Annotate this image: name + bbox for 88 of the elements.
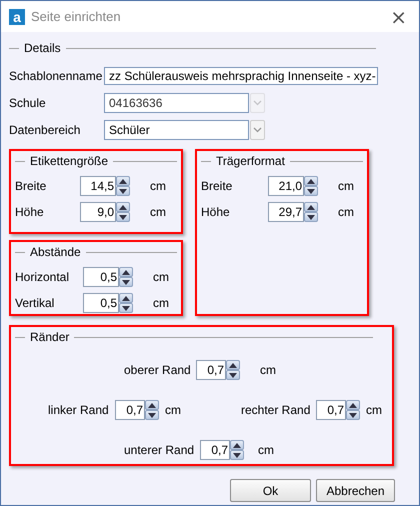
- decrement-button[interactable]: [230, 450, 244, 460]
- decrement-button[interactable]: [226, 370, 240, 380]
- down-arrow-icon: [229, 372, 237, 378]
- decrement-button[interactable]: [304, 186, 318, 196]
- decrement-button[interactable]: [304, 212, 318, 222]
- up-arrow-icon: [148, 402, 156, 408]
- group-title: Details: [24, 41, 61, 55]
- group-title: Etikettengröße: [30, 154, 108, 168]
- up-arrow-icon: [119, 178, 127, 184]
- chevron-down-icon: [253, 100, 262, 106]
- unit-label: cm: [165, 403, 181, 417]
- field-label: linker Rand: [48, 403, 109, 417]
- number-field[interactable]: 0,7: [200, 440, 230, 460]
- increment-button[interactable]: [116, 202, 130, 212]
- increment-button[interactable]: [226, 360, 240, 370]
- decrement-button[interactable]: [119, 277, 133, 287]
- increment-button[interactable]: [119, 267, 133, 277]
- number-field[interactable]: 0,7: [196, 360, 226, 380]
- field-label: Schablonenname: [9, 68, 102, 82]
- field-label: Breite: [15, 179, 46, 193]
- number-field[interactable]: 0,7: [316, 400, 346, 420]
- dropdown-field[interactable]: Schüler: [104, 120, 249, 140]
- number-field[interactable]: 14,5: [80, 176, 116, 196]
- up-arrow-icon: [233, 442, 241, 448]
- chevron-down-icon: [253, 126, 262, 132]
- group-title: Abstände: [30, 245, 81, 259]
- up-arrow-icon: [349, 402, 357, 408]
- down-arrow-icon: [119, 188, 127, 194]
- number-field[interactable]: 0,5: [83, 267, 119, 287]
- up-arrow-icon: [122, 296, 130, 300]
- increment-button[interactable]: [230, 440, 244, 450]
- up-arrow-icon: [119, 204, 127, 210]
- field-label: Höhe: [201, 205, 230, 219]
- ok-button[interactable]: Ok: [230, 479, 311, 502]
- decrement-button[interactable]: [346, 410, 360, 420]
- field-label: Horizontal: [15, 270, 70, 284]
- unit-label: cm: [150, 205, 166, 219]
- up-arrow-icon: [122, 270, 130, 274]
- increment-button[interactable]: [304, 202, 318, 212]
- decrement-button[interactable]: [145, 410, 159, 420]
- field-label: Breite: [201, 179, 232, 193]
- group-title: Ränder: [30, 330, 70, 344]
- down-arrow-icon: [307, 214, 315, 220]
- unit-label: cm: [260, 363, 276, 377]
- down-arrow-icon: [307, 188, 315, 194]
- down-arrow-icon: [122, 306, 130, 310]
- close-button[interactable]: ×: [386, 6, 411, 26]
- down-arrow-icon: [349, 412, 357, 418]
- decrement-button[interactable]: [116, 212, 130, 222]
- unit-label: cm: [153, 270, 169, 284]
- up-arrow-icon: [307, 204, 315, 210]
- down-arrow-icon: [148, 412, 156, 418]
- unit-label: cm: [338, 179, 354, 193]
- up-arrow-icon: [229, 362, 237, 368]
- unit-label: cm: [153, 296, 169, 310]
- down-arrow-icon: [233, 452, 241, 458]
- field-label: unterer Rand: [124, 443, 194, 457]
- field-label: Vertikal: [15, 296, 54, 310]
- number-field[interactable]: 0,5: [83, 293, 119, 313]
- down-arrow-icon: [119, 214, 127, 220]
- unit-label: cm: [366, 403, 382, 417]
- increment-button[interactable]: [116, 176, 130, 186]
- field-label: rechter Rand: [241, 403, 310, 417]
- number-field[interactable]: 29,7: [268, 202, 304, 222]
- up-arrow-icon: [307, 178, 315, 184]
- field-label: Datenbereich: [9, 122, 80, 136]
- unit-label: cm: [150, 179, 166, 193]
- unit-label: cm: [338, 205, 354, 219]
- increment-button[interactable]: [346, 400, 360, 410]
- increment-button[interactable]: [119, 293, 133, 303]
- field-label: Schule: [9, 96, 46, 110]
- field-label: Höhe: [15, 205, 44, 219]
- unit-label: cm: [258, 443, 274, 457]
- number-field[interactable]: 0,7: [115, 400, 145, 420]
- increment-button[interactable]: [304, 176, 318, 186]
- dropdown-button[interactable]: [250, 120, 265, 140]
- field-label: oberer Rand: [124, 363, 191, 377]
- increment-button[interactable]: [145, 400, 159, 410]
- number-field[interactable]: 21,0: [268, 176, 304, 196]
- cancel-button[interactable]: Abbrechen: [316, 479, 395, 502]
- group-title: Trägerformat: [216, 154, 285, 168]
- decrement-button[interactable]: [116, 186, 130, 196]
- decrement-button[interactable]: [119, 303, 133, 313]
- number-field[interactable]: 9,0: [80, 202, 116, 222]
- app-logo: a: [9, 8, 25, 24]
- text-field[interactable]: zz Schülerausweis mehrsprachig Innenseite - xyz-: [104, 66, 378, 84]
- down-arrow-icon: [122, 280, 130, 284]
- window-title: Seite einrichten: [31, 9, 122, 24]
